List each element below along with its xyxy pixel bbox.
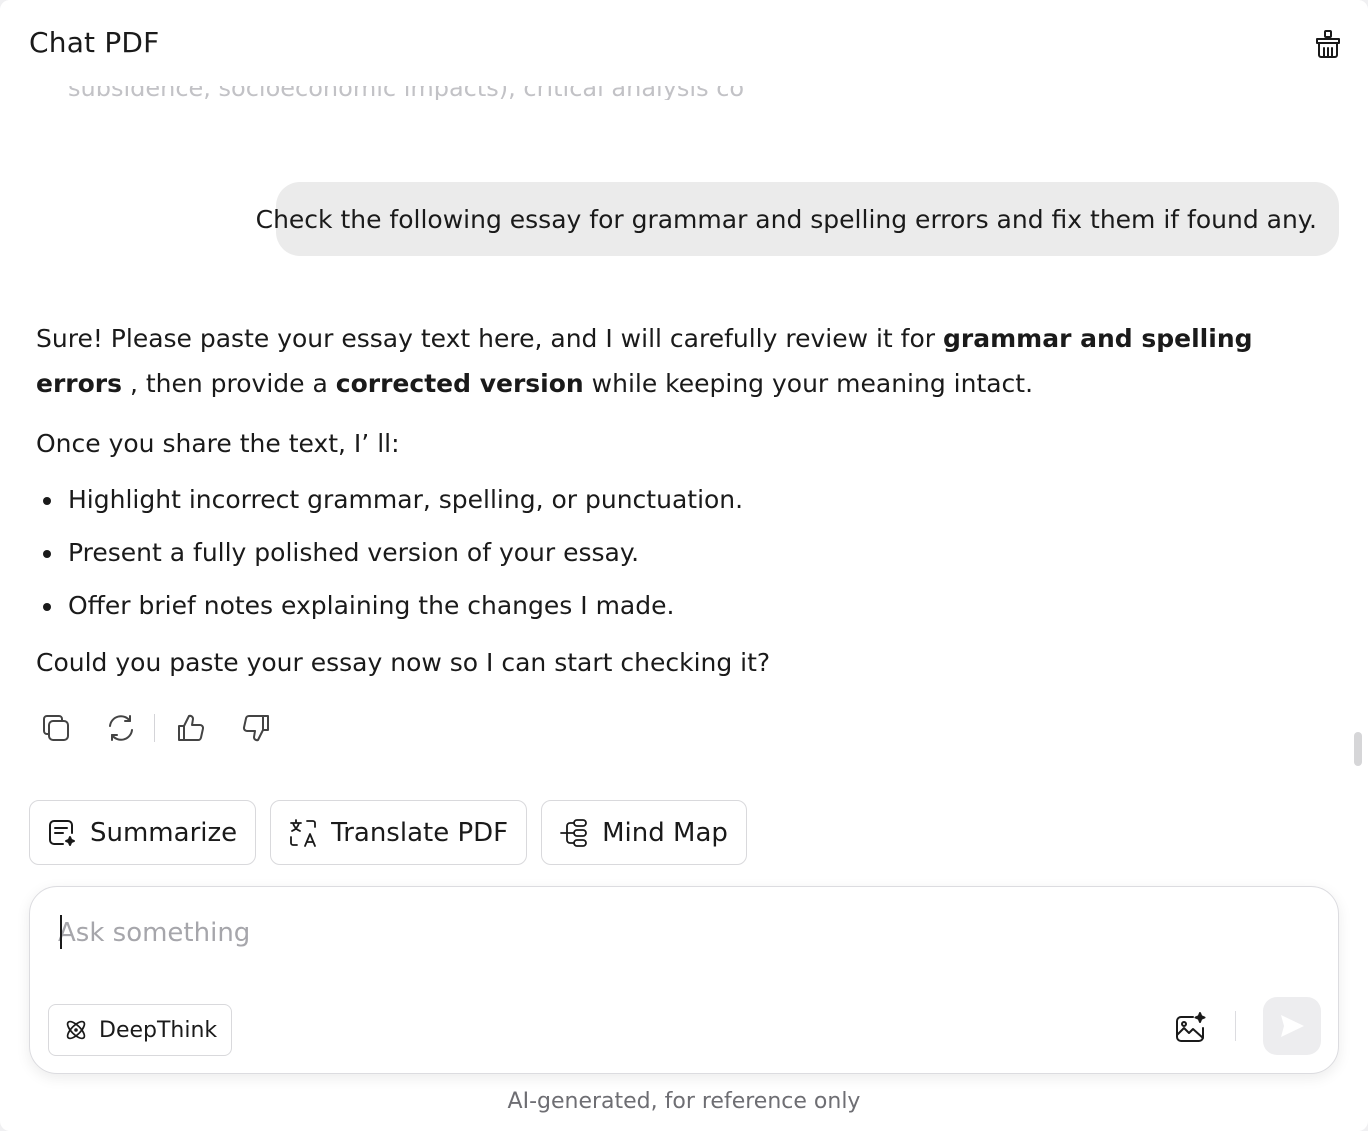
translate-pdf-button[interactable]: Translate PDF — [270, 800, 528, 865]
ask-input[interactable] — [58, 913, 1158, 953]
header: Chat PDF — [0, 0, 1368, 86]
summarize-label: Summarize — [90, 817, 238, 848]
regenerate-icon — [109, 715, 133, 741]
chat-pdf-panel: Chat PDF subsidence, socioeconomic impac… — [0, 0, 1368, 1131]
copy-button[interactable] — [36, 708, 76, 748]
list-item: Present a fully polished version of your… — [36, 534, 1336, 572]
trash-icon — [1316, 30, 1340, 58]
deepthink-toggle[interactable]: DeepThink — [48, 1004, 233, 1056]
list-item: Offer brief notes explaining the changes… — [36, 587, 1336, 625]
thumbs-up-button[interactable] — [171, 708, 211, 748]
image-sparkle-icon — [1176, 1012, 1206, 1042]
assistant-paragraph-2: Once you share the text, I’ ll: — [36, 429, 400, 458]
assistant-message: Sure! Please paste your essay text here,… — [36, 316, 1336, 685]
assistant-paragraph-1: Sure! Please paste your essay text here,… — [36, 316, 1336, 406]
user-message-text: Check the following essay for grammar an… — [255, 204, 1317, 234]
mind-map-button[interactable]: Mind Map — [541, 800, 747, 865]
assistant-paragraph-3: Could you paste your essay now so I can … — [36, 648, 771, 677]
upload-image-button[interactable] — [1170, 1008, 1210, 1048]
list-item: Highlight incorrect grammar, spelling, o… — [36, 481, 1336, 519]
deepthink-label: DeepThink — [99, 1017, 218, 1043]
user-message-bubble: Check the following essay for grammar an… — [256, 182, 1339, 256]
thumbs-down-button[interactable] — [236, 708, 276, 748]
bullet-list: Highlight incorrect grammar, spelling, o… — [36, 481, 1336, 625]
thumbs-down-icon — [243, 715, 269, 742]
text-run: , then provide a — [122, 369, 336, 398]
text-run: while keeping your meaning intact. — [583, 369, 1034, 398]
text-run: Sure! Please paste your essay text here,… — [36, 324, 944, 353]
ai-disclaimer: AI-generated, for reference only — [507, 1089, 861, 1114]
page-title: Chat PDF — [29, 26, 160, 59]
send-button[interactable] — [1263, 997, 1321, 1055]
translate-pdf-label: Translate PDF — [331, 817, 509, 848]
composer-divider — [1235, 1011, 1236, 1041]
thumbs-up-icon — [178, 714, 204, 741]
text-caret — [60, 915, 62, 949]
send-icon — [1281, 1015, 1304, 1037]
translate-icon — [287, 817, 319, 849]
mind-map-label: Mind Map — [602, 817, 728, 848]
message-actions — [36, 708, 301, 748]
summarize-button[interactable]: Summarize — [29, 800, 257, 865]
actions-divider — [154, 714, 155, 742]
message-composer: DeepThink — [29, 886, 1339, 1074]
summarize-icon — [46, 817, 78, 849]
atom-icon — [63, 1017, 89, 1043]
mind-map-icon — [558, 817, 590, 849]
quick-actions: Summarize Translate PDF Mind Map — [29, 800, 761, 865]
clear-chat-button[interactable] — [1308, 24, 1348, 64]
regenerate-button[interactable] — [101, 708, 141, 748]
scrollbar-thumb[interactable] — [1354, 732, 1362, 766]
copy-icon — [43, 715, 69, 741]
bold-text: corrected version — [335, 369, 584, 398]
